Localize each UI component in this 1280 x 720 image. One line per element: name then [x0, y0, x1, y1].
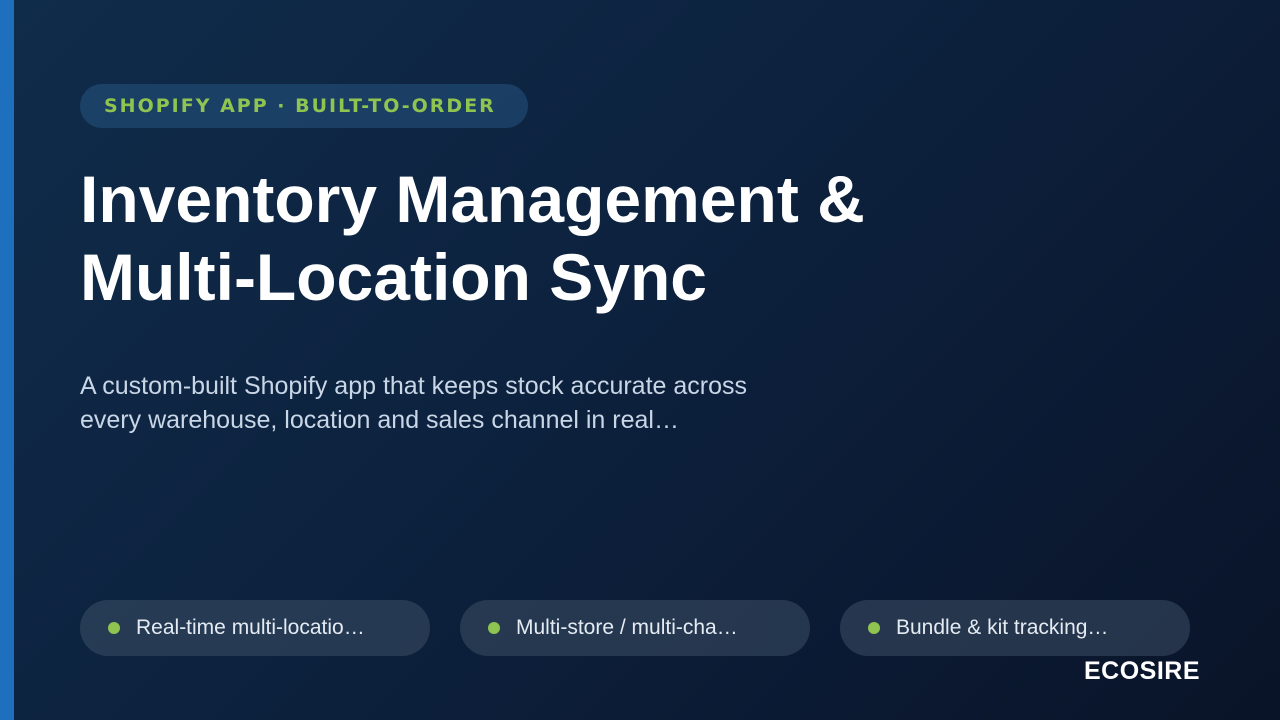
page-title: Inventory Management & Multi-Location Sy… — [80, 160, 1080, 316]
brand-logo: ECOSIRE — [1083, 657, 1200, 685]
title-line-1: Inventory Management & — [80, 162, 865, 236]
feature-pill-multi-store: Multi-store / multi-cha… — [460, 600, 810, 656]
feature-label: Multi-store / multi-cha… — [516, 616, 738, 639]
eyebrow-label: SHOPIFY APP · BUILT-TO-ORDER — [104, 95, 496, 117]
feature-pill-bundle-tracking: Bundle & kit tracking… — [840, 600, 1190, 656]
title-line-2: Multi-Location Sync — [80, 240, 707, 314]
eyebrow-badge: SHOPIFY APP · BUILT-TO-ORDER — [80, 84, 528, 128]
description-line-1: A custom-built Shopify app that keeps st… — [80, 372, 748, 400]
description-line-2: every warehouse, location and sales chan… — [80, 406, 679, 434]
bullet-icon — [868, 622, 880, 634]
bullet-icon — [108, 622, 120, 634]
accent-bar — [0, 0, 14, 720]
bullet-icon — [488, 622, 500, 634]
description: A custom-built Shopify app that keeps st… — [80, 369, 840, 437]
feature-pill-multi-location: Real-time multi-locatio… — [80, 600, 430, 656]
feature-label: Real-time multi-locatio… — [136, 616, 365, 639]
feature-list: Real-time multi-locatio… Multi-store / m… — [80, 600, 1190, 656]
feature-label: Bundle & kit tracking… — [896, 616, 1109, 639]
